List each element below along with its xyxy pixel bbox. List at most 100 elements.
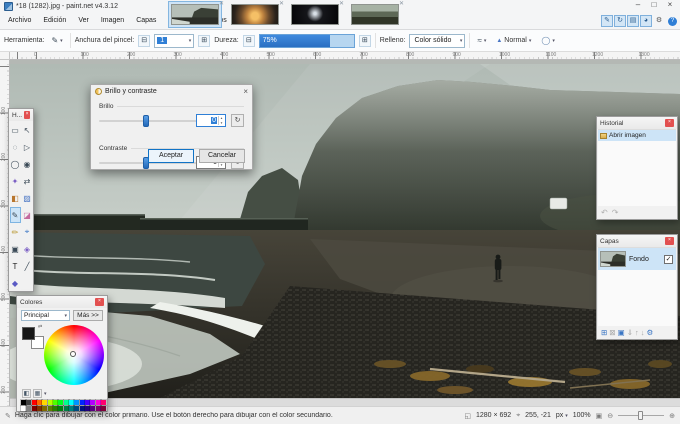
- settings-gear-icon[interactable]: ⚙: [653, 15, 665, 27]
- color-wheel[interactable]: [44, 325, 104, 385]
- zoom-slider[interactable]: [618, 411, 664, 421]
- palette-swatch[interactable]: [80, 400, 85, 405]
- width-increase-button[interactable]: ⊞: [198, 35, 210, 47]
- toggle-layers-icon[interactable]: ▤: [627, 15, 639, 27]
- layer-row[interactable]: Fondo ✓: [598, 248, 676, 270]
- move-layer-up-icon[interactable]: ↑: [635, 328, 639, 337]
- tool-move-pixels[interactable]: ↖: [22, 122, 33, 138]
- menu-edicion[interactable]: Edición: [37, 15, 72, 26]
- menu-imagen[interactable]: Imagen: [95, 15, 130, 26]
- primary-color-swatch[interactable]: [22, 327, 35, 340]
- palette-swatch[interactable]: [32, 406, 37, 411]
- units-selector[interactable]: px ▾: [556, 412, 568, 419]
- brush-width-combo[interactable]: 1 ▾: [154, 34, 194, 48]
- colors-titlebar[interactable]: Colores ×: [17, 296, 107, 308]
- toggle-tools-icon[interactable]: ✎: [601, 15, 613, 27]
- layer-properties-icon[interactable]: ⚙: [646, 328, 653, 337]
- palette-swatch[interactable]: [42, 406, 47, 411]
- zoom-out-icon[interactable]: ⊖: [607, 412, 613, 420]
- palette-swatch[interactable]: [53, 406, 58, 411]
- tool-pan[interactable]: ⇄: [22, 173, 33, 189]
- close-icon[interactable]: ×: [95, 298, 104, 306]
- palette-swatch[interactable]: [58, 400, 63, 405]
- palette-swatch[interactable]: [64, 406, 69, 411]
- palette-swatch[interactable]: [90, 406, 95, 411]
- palette-swatch[interactable]: [96, 400, 101, 405]
- tools-palette-titlebar[interactable]: H... ×: [9, 109, 33, 121]
- palette-swatch[interactable]: [48, 406, 53, 411]
- palette-swatch[interactable]: [101, 406, 106, 411]
- tool-color-picker[interactable]: ⌖: [22, 224, 33, 240]
- color-chip-icon[interactable]: ◧: [22, 389, 31, 398]
- tool-ellipse-select[interactable]: ◯: [10, 156, 21, 172]
- delete-layer-icon[interactable]: ⊠: [609, 328, 615, 337]
- fit-window-icon[interactable]: ▣: [596, 412, 603, 420]
- palette-swatch[interactable]: [58, 406, 63, 411]
- duplicate-layer-icon[interactable]: ▣: [618, 328, 625, 337]
- hardness-decrease-button[interactable]: ⊟: [243, 35, 255, 47]
- close-icon[interactable]: ×: [24, 111, 30, 119]
- menu-ver[interactable]: Ver: [72, 15, 95, 26]
- close-icon[interactable]: ×: [243, 88, 248, 96]
- palette-swatch[interactable]: [21, 400, 26, 405]
- brightness-slider-track[interactable]: [99, 120, 203, 122]
- tab-image-night[interactable]: ✕: [288, 1, 342, 28]
- palette-swatch[interactable]: [21, 406, 26, 411]
- undo-icon[interactable]: ↶: [601, 208, 608, 217]
- tool-eraser[interactable]: ◪: [22, 207, 33, 223]
- tool-move-selection[interactable]: ▷: [22, 139, 33, 155]
- close-icon[interactable]: ✕: [279, 1, 284, 7]
- hardness-increase-button[interactable]: ⊞: [359, 35, 371, 47]
- move-layer-down-icon[interactable]: ↓: [641, 328, 645, 337]
- tool-line-curve[interactable]: ╱: [22, 258, 33, 274]
- palette-swatch[interactable]: [37, 400, 42, 405]
- palette-swatch[interactable]: [64, 400, 69, 405]
- blend-mode-selector[interactable]: ▲ Normal ▾: [493, 36, 534, 46]
- layers-titlebar[interactable]: Capas ×: [597, 235, 677, 247]
- tool-paintbrush[interactable]: ✎: [10, 207, 21, 223]
- close-icon[interactable]: ×: [665, 237, 674, 245]
- antialiasing-selector[interactable]: ≈ ▾: [474, 36, 489, 46]
- palette-swatch[interactable]: [32, 400, 37, 405]
- tool-clone-stamp[interactable]: ▣: [10, 241, 21, 257]
- close-icon[interactable]: ✕: [399, 1, 404, 7]
- tool-zoom[interactable]: ◉: [22, 156, 33, 172]
- help-icon[interactable]: ?: [668, 17, 677, 26]
- color-mode-combo[interactable]: Principal ▾: [21, 310, 70, 321]
- palette-swatch[interactable]: [101, 400, 106, 405]
- menu-capas[interactable]: Capas: [130, 15, 162, 26]
- tool-selector[interactable]: ✎ ▾: [48, 36, 65, 46]
- brightness-slider-thumb[interactable]: [143, 115, 149, 127]
- maximize-button[interactable]: □: [646, 0, 662, 11]
- palette-swatch[interactable]: [53, 400, 58, 405]
- tool-pencil[interactable]: ✏: [10, 224, 21, 240]
- ok-button[interactable]: Aceptar: [148, 149, 194, 163]
- palette-swatch[interactable]: [85, 406, 90, 411]
- dialog-titlebar[interactable]: Brillo y contraste ×: [91, 85, 252, 98]
- palette-swatch[interactable]: [74, 406, 79, 411]
- tool-magic-wand[interactable]: ✦: [10, 173, 21, 189]
- tab-image-coast[interactable]: ✕: [348, 1, 402, 28]
- tool-text[interactable]: T: [10, 258, 21, 274]
- palette-swatch[interactable]: [69, 400, 74, 405]
- more-button[interactable]: Más >>: [73, 310, 103, 321]
- spin-down-icon[interactable]: ▾: [219, 163, 224, 167]
- close-icon[interactable]: ×: [665, 119, 674, 127]
- spin-up-icon[interactable]: ▴: [219, 116, 224, 120]
- spin-down-icon[interactable]: ▾: [219, 121, 224, 125]
- merge-layer-down-icon[interactable]: ⇓: [627, 328, 633, 337]
- brightness-reset-button[interactable]: ↻: [231, 114, 244, 127]
- palette-swatch[interactable]: [42, 400, 47, 405]
- tool-shapes[interactable]: ◆: [10, 275, 21, 291]
- swap-colors-icon[interactable]: ⇄: [38, 324, 42, 330]
- history-titlebar[interactable]: Historial ×: [597, 117, 677, 129]
- cancel-button[interactable]: Cancelar: [199, 149, 245, 163]
- hardness-slider[interactable]: 75%: [259, 34, 355, 48]
- selection-clip-selector[interactable]: ◯ ▾: [538, 36, 557, 46]
- close-button[interactable]: ×: [662, 0, 678, 11]
- palette-swatch[interactable]: [80, 406, 85, 411]
- menu-archivo[interactable]: Archivo: [2, 15, 37, 26]
- palette-swatch[interactable]: [26, 406, 31, 411]
- palette-swatch[interactable]: [85, 400, 90, 405]
- width-decrease-button[interactable]: ⊟: [138, 35, 150, 47]
